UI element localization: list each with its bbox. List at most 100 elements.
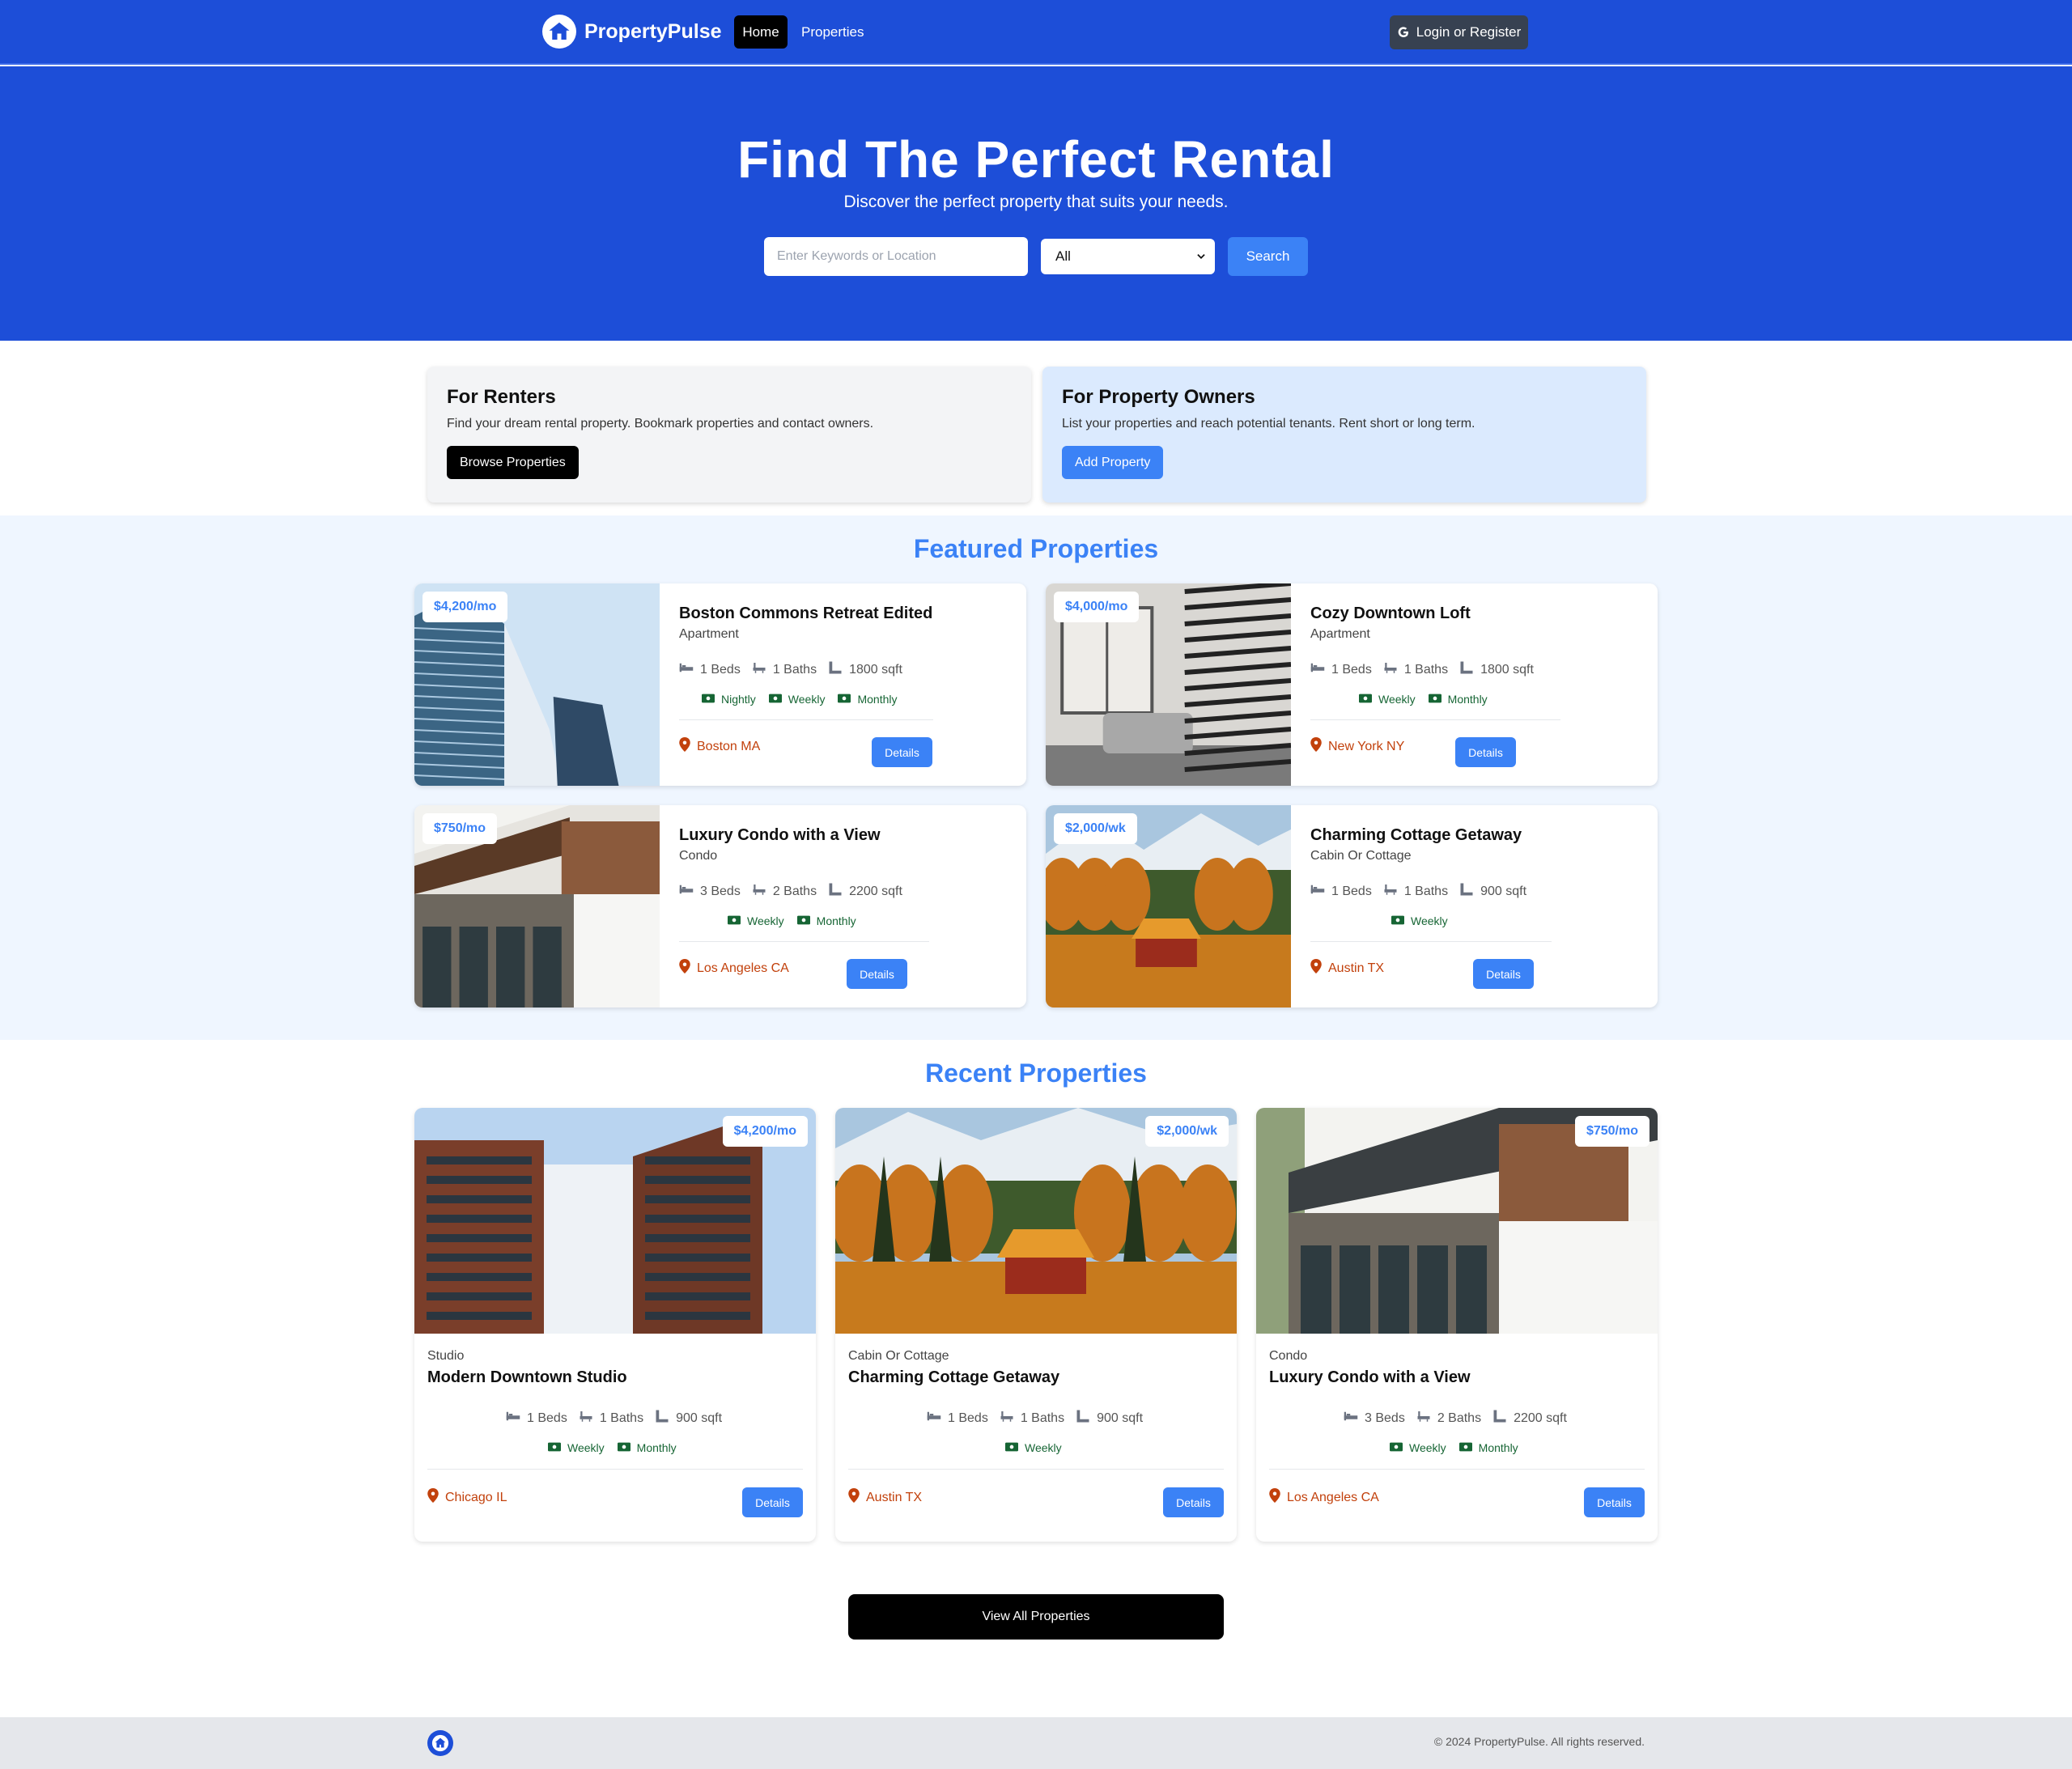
rate-types: Weekly Monthly: [1359, 693, 1488, 706]
property-type-select[interactable]: All: [1041, 239, 1215, 274]
property-specs: 1 Beds 1 Baths 1800 sqft: [1310, 660, 1534, 679]
property-type: Apartment: [679, 627, 739, 641]
property-specs: 1 Beds 1 Baths 900 sqft: [506, 1409, 722, 1428]
sqft-spec: 900 sqft: [1076, 1409, 1143, 1428]
owners-card: For Property Owners List your properties…: [1042, 367, 1646, 503]
ruler-icon: [655, 1409, 669, 1428]
rate-item: Weekly: [768, 693, 826, 706]
location-text: Boston MA: [697, 739, 761, 753]
sqft-value: 2200 sqft: [1514, 1411, 1567, 1425]
money-icon: [1005, 1441, 1018, 1454]
rate-types: Weekly Monthly: [1390, 1441, 1518, 1454]
rate-item: Nightly: [702, 693, 756, 706]
recent-property-card[interactable]: $750/mo Condo Luxury Condo with a View 3…: [1256, 1108, 1658, 1542]
property-location: Austin TX: [1310, 959, 1384, 978]
beds-value: 1 Beds: [948, 1411, 988, 1425]
divider: [1269, 1469, 1645, 1470]
bath-icon: [1000, 1410, 1014, 1427]
rate-item: Monthly: [1458, 1441, 1518, 1454]
renters-text: Find your dream rental property. Bookmar…: [447, 417, 874, 431]
baths-value: 1 Baths: [1403, 884, 1449, 898]
property-info: Boston Commons Retreat Edited Apartment …: [660, 583, 1026, 786]
featured-property-card[interactable]: $4,000/mo Cozy Downtown Loft Apartment 1…: [1046, 583, 1658, 786]
divider: [679, 941, 929, 942]
featured-property-card[interactable]: $4,200/mo Boston Commons Retreat Edited …: [414, 583, 1026, 786]
rate-types: Weekly Monthly: [728, 914, 856, 927]
hero-section: Find The Perfect Rental Discover the per…: [0, 66, 2072, 341]
browse-properties-button[interactable]: Browse Properties: [447, 446, 579, 479]
recent-property-card[interactable]: $4,200/mo Studio Modern Downtown Studio …: [414, 1108, 816, 1542]
details-button[interactable]: Details: [847, 959, 907, 989]
property-specs: 3 Beds 2 Baths 2200 sqft: [1344, 1409, 1567, 1428]
property-title[interactable]: Charming Cottage Getaway: [1310, 826, 1522, 845]
rate-item: Monthly: [1428, 693, 1488, 706]
brand-name: PropertyPulse: [584, 19, 722, 43]
price-badge: $4,200/mo: [422, 592, 508, 622]
search-button[interactable]: Search: [1228, 237, 1308, 276]
add-property-button[interactable]: Add Property: [1062, 446, 1164, 479]
divider: [848, 1469, 1224, 1470]
top-navbar: PropertyPulse Home Properties Login or R…: [0, 0, 2072, 65]
property-title[interactable]: Luxury Condo with a View: [1269, 1368, 1471, 1387]
renters-card: For Renters Find your dream rental prope…: [427, 367, 1031, 503]
property-title[interactable]: Modern Downtown Studio: [427, 1368, 627, 1387]
view-all-properties-button[interactable]: View All Properties: [848, 1594, 1224, 1640]
rate-label: Weekly: [788, 693, 826, 706]
bed-icon: [679, 662, 694, 677]
map-pin-icon: [1310, 737, 1322, 756]
rate-item: Weekly: [1359, 693, 1416, 706]
details-button[interactable]: Details: [1163, 1487, 1224, 1517]
rate-item: Weekly: [1005, 1441, 1062, 1454]
featured-property-card[interactable]: $750/mo Luxury Condo with a View Condo 3…: [414, 805, 1026, 1008]
property-type: Cabin Or Cottage: [1310, 849, 1412, 863]
rate-label: Weekly: [567, 1441, 605, 1454]
ruler-icon: [1492, 1409, 1507, 1428]
price-badge: $2,000/wk: [1145, 1116, 1229, 1147]
property-title[interactable]: Cozy Downtown Loft: [1310, 605, 1471, 623]
sqft-value: 1800 sqft: [1480, 662, 1534, 677]
property-title[interactable]: Charming Cottage Getaway: [848, 1368, 1059, 1387]
beds-spec: 1 Beds: [506, 1411, 567, 1426]
featured-property-card[interactable]: $2,000/wk Charming Cottage Getaway Cabin…: [1046, 805, 1658, 1008]
ruler-icon: [1076, 1409, 1090, 1428]
recent-title: Recent Properties: [925, 1058, 1147, 1088]
details-button[interactable]: Details: [1473, 959, 1534, 989]
search-input[interactable]: [764, 237, 1028, 276]
property-type: Studio: [427, 1349, 465, 1363]
login-register-button[interactable]: Login or Register: [1390, 15, 1528, 49]
recent-property-card[interactable]: $2,000/wk Cabin Or Cottage Charming Cott…: [835, 1108, 1237, 1542]
nav-home-link[interactable]: Home: [734, 15, 788, 49]
property-location: Austin TX: [848, 1488, 922, 1507]
money-icon: [1391, 914, 1404, 927]
property-title[interactable]: Luxury Condo with a View: [679, 826, 881, 845]
nav-properties-link[interactable]: Properties: [801, 15, 864, 49]
details-button[interactable]: Details: [742, 1487, 803, 1517]
footer-logo-icon: [427, 1730, 453, 1756]
rate-types: Weekly: [1005, 1441, 1062, 1454]
beds-value: 1 Beds: [1331, 662, 1372, 677]
divider: [427, 1469, 803, 1470]
price-badge: $750/mo: [422, 813, 498, 844]
hero-subtitle: Discover the perfect property that suits…: [843, 193, 1229, 211]
map-pin-icon: [1310, 959, 1322, 978]
sqft-spec: 900 sqft: [1459, 882, 1526, 901]
details-button[interactable]: Details: [1584, 1487, 1645, 1517]
details-button[interactable]: Details: [1455, 737, 1516, 767]
beds-spec: 3 Beds: [679, 884, 741, 899]
baths-value: 1 Baths: [599, 1411, 644, 1425]
details-button[interactable]: Details: [872, 737, 932, 767]
rate-item: Weekly: [1390, 1441, 1446, 1454]
baths-value: 1 Baths: [772, 662, 817, 677]
location-text: Austin TX: [1328, 961, 1385, 975]
bath-icon: [1383, 661, 1398, 678]
brand-link[interactable]: PropertyPulse: [542, 15, 722, 49]
sqft-spec: 2200 sqft: [828, 882, 902, 901]
property-title[interactable]: Boston Commons Retreat Edited: [679, 605, 932, 623]
sqft-spec: 1800 sqft: [1459, 660, 1534, 679]
rate-item: Weekly: [548, 1441, 605, 1454]
money-icon: [702, 693, 715, 706]
login-label: Login or Register: [1416, 24, 1522, 40]
property-info: Luxury Condo with a View Condo 3 Beds 2 …: [660, 805, 1026, 1008]
bath-icon: [752, 661, 766, 678]
location-text: New York NY: [1328, 739, 1405, 753]
